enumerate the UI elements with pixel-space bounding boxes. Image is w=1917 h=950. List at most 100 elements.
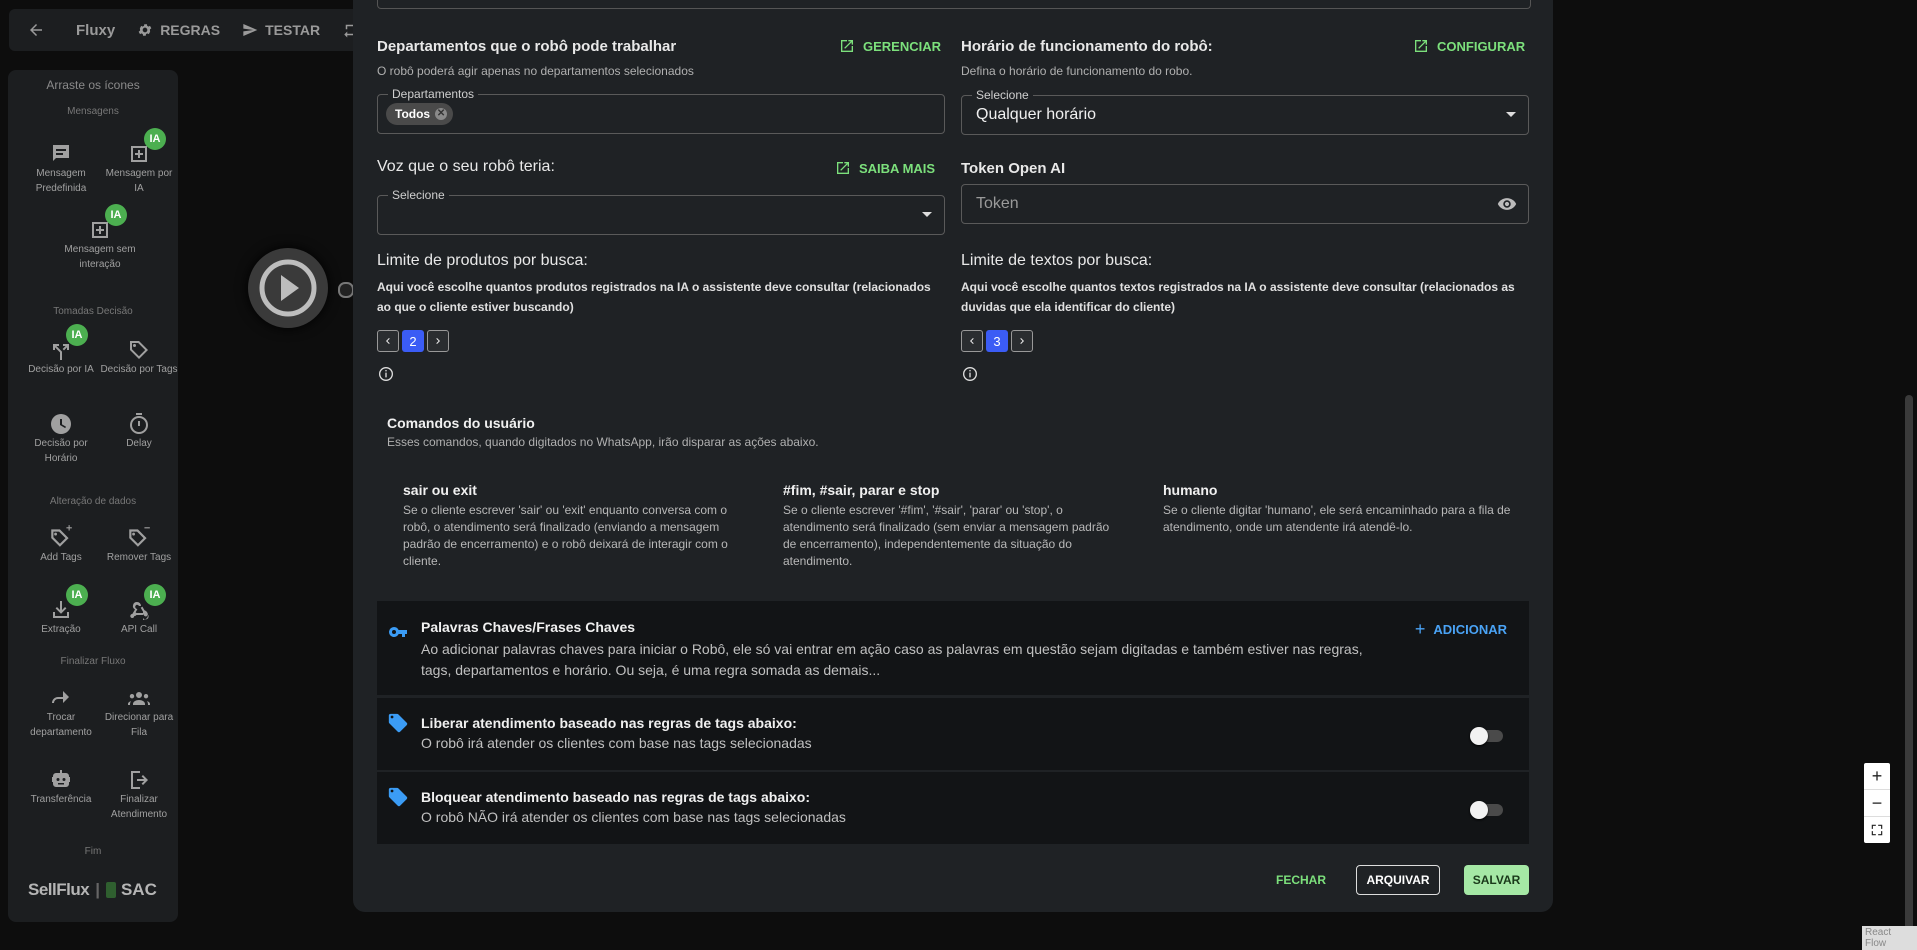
text-limit-desc: Aqui você escolhe quantos textos registr… xyxy=(961,280,1515,314)
info-icon[interactable] xyxy=(378,366,394,382)
tag-minus-icon xyxy=(129,527,150,547)
timer-icon xyxy=(130,413,148,434)
node-handle[interactable] xyxy=(338,282,354,298)
eye-icon[interactable] xyxy=(1496,194,1518,214)
chevron-right-icon xyxy=(436,338,440,344)
section-messages: Mensagens xyxy=(67,106,119,117)
product-limit-stepper: 2 xyxy=(377,330,452,352)
schedule-select[interactable]: Selecione Qualquer horário xyxy=(961,88,1529,135)
decrement-button[interactable] xyxy=(961,330,983,352)
department-chip[interactable]: Todos ✕ xyxy=(386,103,454,125)
palette-item-label: Extração xyxy=(41,624,81,635)
add-keyword-button[interactable]: + ADICIONAR xyxy=(1415,619,1507,640)
voice-select[interactable]: Selecione xyxy=(377,188,945,235)
schedule-value: Qualquer horário xyxy=(976,106,1097,123)
scrollbar-thumb[interactable] xyxy=(1905,395,1913,930)
sac-badge-icon xyxy=(105,882,116,898)
chevron-down-icon xyxy=(922,212,932,217)
back-button[interactable] xyxy=(27,21,52,39)
tag-icon xyxy=(388,713,408,733)
palette-item-finish-service[interactable]: Finalizar Atendimento xyxy=(100,762,178,822)
top-toolbar: Fluxy REGRAS TESTAR xyxy=(9,9,389,51)
ia-badge: IA xyxy=(105,204,127,226)
rules-label: REGRAS xyxy=(160,22,221,38)
palette-item-label: Trocar departamento xyxy=(30,712,92,738)
add-keyword-label: ADICIONAR xyxy=(1433,622,1507,637)
app-name: Fluxy xyxy=(76,21,116,39)
allow-tags-title: Liberar atendimento baseado nas regras d… xyxy=(421,715,797,731)
open-in-new-icon xyxy=(1415,40,1427,52)
palette-item-predefined-message[interactable]: Mensagem Predefinida xyxy=(22,136,100,196)
block-tags-card: Bloquear atendimento baseado nas regras … xyxy=(377,772,1529,844)
palette-item-label: Mensagem Predefinida xyxy=(35,168,87,194)
test-button[interactable]: TESTAR xyxy=(242,22,320,38)
palette-item-label: Decisão por Horário xyxy=(34,438,88,464)
react-flow-attribution[interactable]: React Flow xyxy=(1862,926,1917,950)
block-tags-desc: O robô NÃO irá atender os clientes com b… xyxy=(421,809,846,825)
palette-item-label: Decisão por IA xyxy=(28,364,94,375)
tag-icon xyxy=(130,341,148,359)
increment-button[interactable] xyxy=(1011,330,1033,352)
start-node[interactable] xyxy=(248,248,328,328)
schedule-subtitle: Defina o horário de funcionamento do rob… xyxy=(961,64,1193,78)
open-in-new-icon xyxy=(841,40,853,52)
palette-item-switch-department[interactable]: Trocar departamento xyxy=(22,680,100,740)
allow-tags-desc: O robô irá atender os clientes com base … xyxy=(421,735,812,751)
ia-badge: IA xyxy=(144,584,166,606)
fit-view-button[interactable] xyxy=(1864,817,1890,843)
robot-icon xyxy=(52,770,70,787)
section-data: Alteração de dados xyxy=(49,496,137,507)
palette-item-label: Mensagem por IA xyxy=(105,168,173,194)
increment-button[interactable] xyxy=(427,330,449,352)
palette-item-tag-decision[interactable]: Decisão por Tags xyxy=(100,332,178,377)
redirect-icon xyxy=(52,691,69,703)
allow-tags-toggle[interactable] xyxy=(1470,727,1503,745)
learn-more-link[interactable]: SAIBA MAIS xyxy=(835,160,935,176)
palette-item-delay[interactable]: Delay xyxy=(100,406,178,451)
palette-item-time-decision[interactable]: Decisão por Horário xyxy=(22,406,100,466)
zoom-in-button[interactable]: + xyxy=(1864,763,1890,790)
archive-button[interactable]: ARQUIVAR xyxy=(1356,865,1440,895)
palette-item-ai-message[interactable]: IA Mensagem por IA xyxy=(100,128,178,196)
palette-item-queue[interactable]: Direcionar para Fila xyxy=(100,680,178,740)
palette-item-ai-decision[interactable]: IA Decisão por IA xyxy=(22,324,100,377)
voice-field-label: Selecione xyxy=(388,188,449,202)
palette-item-label: Delay xyxy=(126,438,152,449)
zoom-controls: + − xyxy=(1864,763,1890,843)
departments-title: Departamentos que o robô pode trabalhar xyxy=(377,38,677,55)
palette-item-no-interaction-message[interactable]: IA Mensagem sem interação xyxy=(61,204,139,272)
palette-item-label: Direcionar para Fila xyxy=(104,712,174,738)
departments-subtitle: O robô poderá agir apenas no departament… xyxy=(377,64,694,78)
schedule-title: Horário de funcionamento do robô: xyxy=(961,38,1213,55)
manage-departments-link[interactable]: GERENCIAR xyxy=(839,38,941,54)
text-limit-title: Limite de textos por busca: xyxy=(961,252,1153,269)
palette-item-add-tags[interactable]: Add Tags xyxy=(22,520,100,565)
zoom-out-button[interactable]: − xyxy=(1864,790,1890,817)
departments-select[interactable]: Departamentos Todos ✕ xyxy=(377,87,945,134)
palette-item-transfer[interactable]: Transferência xyxy=(22,762,100,807)
block-tags-toggle[interactable] xyxy=(1470,801,1503,819)
text-limit-value: 3 xyxy=(986,330,1008,352)
palette-item-remove-tags[interactable]: Remover Tags xyxy=(100,520,178,565)
rules-button[interactable]: REGRAS xyxy=(137,22,220,38)
palette-item-label: Finalizar Atendimento xyxy=(110,794,168,820)
keywords-desc: Ao adicionar palavras chaves para inicia… xyxy=(421,641,1363,678)
palette-item-label: API Call xyxy=(120,624,158,635)
manage-link-label: GERENCIAR xyxy=(863,38,942,54)
configure-link-label: CONFIGURAR xyxy=(1437,38,1526,54)
save-button[interactable]: SALVAR xyxy=(1464,865,1529,895)
palette-item-label: Transferência xyxy=(30,794,92,805)
configure-schedule-link[interactable]: CONFIGURAR xyxy=(1413,38,1525,54)
palette-item-label: Decisão por Tags xyxy=(100,364,178,375)
ia-badge: IA xyxy=(144,128,166,150)
palette-item-extraction[interactable]: IA Extração xyxy=(22,584,100,637)
decrement-button[interactable] xyxy=(377,330,399,352)
info-icon[interactable] xyxy=(962,366,978,382)
chip-remove-icon[interactable]: ✕ xyxy=(435,108,448,120)
close-button[interactable]: FECHAR xyxy=(1261,865,1341,895)
token-input[interactable]: Token xyxy=(961,184,1529,224)
palette-item-api-call[interactable]: IA API Call xyxy=(100,584,178,637)
groups-icon xyxy=(128,692,150,705)
commands-subtitle: Esses comandos, quando digitados no What… xyxy=(387,435,819,449)
tag-plus-icon xyxy=(51,525,72,547)
